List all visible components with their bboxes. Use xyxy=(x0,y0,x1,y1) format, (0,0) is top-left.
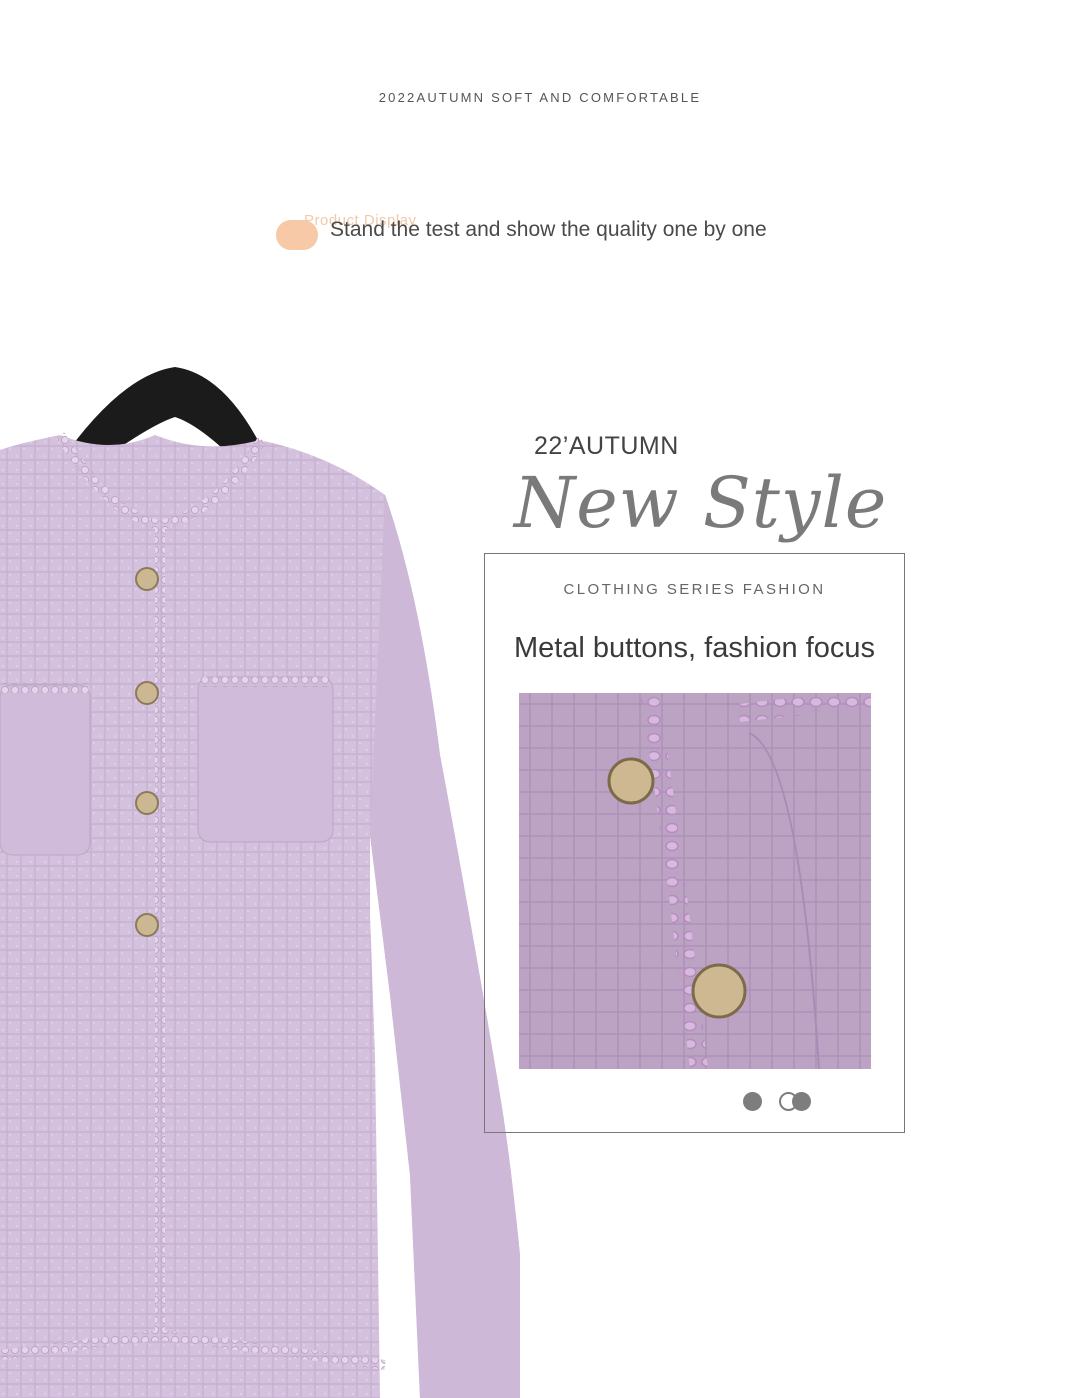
feature-caption: Metal buttons, fashion focus xyxy=(513,632,876,664)
top-tagline: 2022AUTUMN SOFT AND COMFORTABLE xyxy=(378,90,702,105)
subtitle: Stand the test and show the quality one … xyxy=(330,218,767,241)
series-label: CLOTHING SERIES FASHION xyxy=(563,581,826,598)
subtitle-row: Product Display Stand the test and show … xyxy=(276,212,836,252)
headline: New Style xyxy=(514,462,888,544)
detail-image xyxy=(519,693,871,1069)
jacket-image xyxy=(0,367,520,1398)
season-label: 22’AUTUMN xyxy=(534,432,679,460)
carousel-dot-icon[interactable] xyxy=(792,1092,811,1111)
carousel-dots xyxy=(740,1092,820,1112)
carousel-dot-icon[interactable] xyxy=(743,1092,762,1111)
